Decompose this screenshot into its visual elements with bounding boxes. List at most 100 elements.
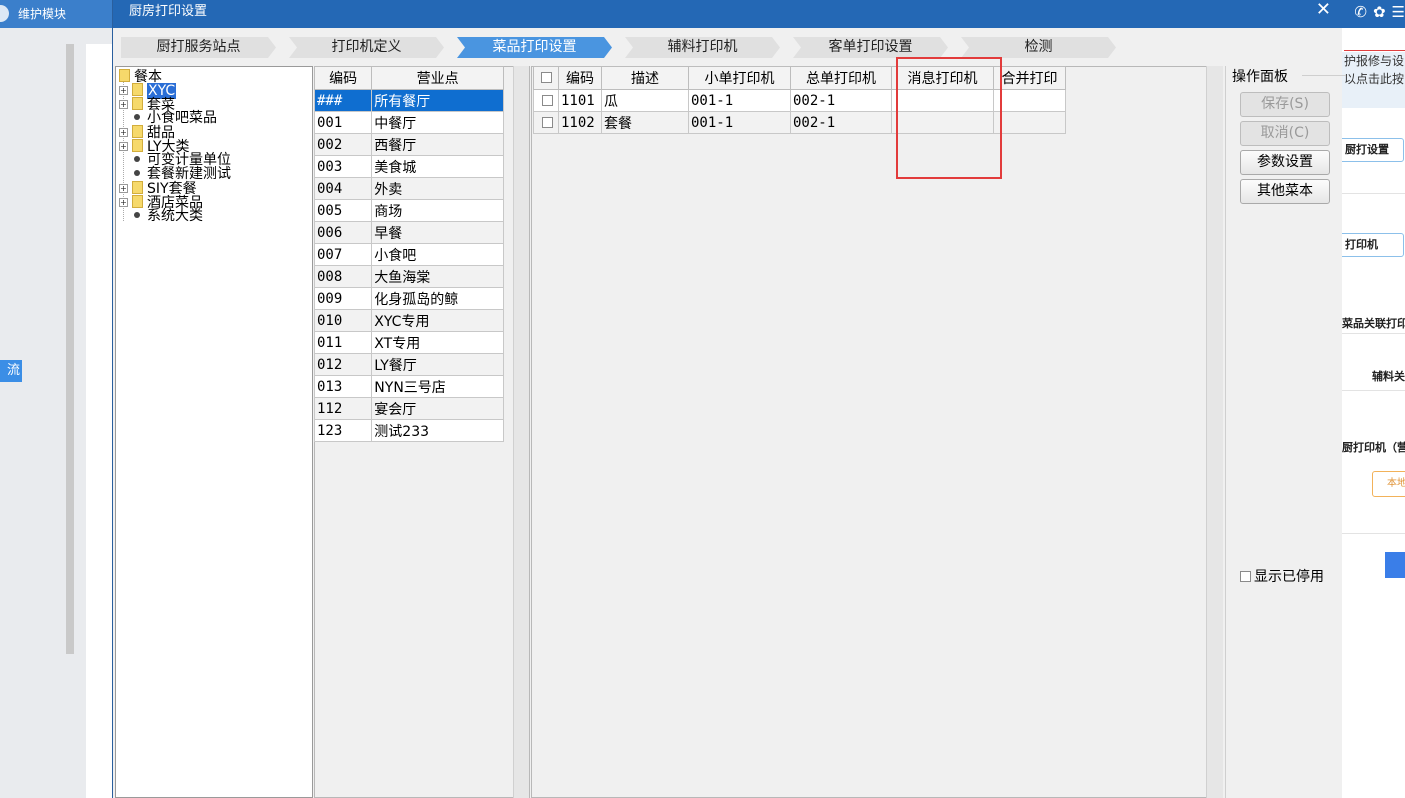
expand-icon[interactable]: + [119,184,128,193]
outlet-code-cell[interactable]: 002 [313,133,373,156]
confirm-button[interactable] [1385,552,1405,578]
small-printer-cell[interactable]: 001-1 [688,111,791,134]
outlet-name-cell[interactable]: NYN三号店 [371,375,504,398]
outlet-code-cell[interactable]: 005 [313,199,373,222]
outlet-name-cell[interactable]: XT专用 [371,331,504,354]
merge-print-cell[interactable] [993,89,1066,112]
tree-node-ly-category[interactable]: + LY大类 [119,139,190,154]
step-side-printer[interactable]: 辅料打印机 [625,37,780,58]
tree-node-snack-bar[interactable]: 小食吧菜品 [132,111,217,125]
outlet-name-cell[interactable]: 化身孤岛的鲸 [371,287,504,310]
outlet-code-cell[interactable]: 011 [313,331,373,354]
outlet-code-cell[interactable]: 007 [313,243,373,266]
description-cell[interactable]: 套餐 [601,111,689,134]
step-detect[interactable]: 检测 [961,37,1116,58]
outlet-code-cell[interactable]: 112 [313,397,373,420]
dish-scrollbar[interactable] [1206,66,1223,798]
outlet-scrollbar[interactable] [513,66,529,798]
outlet-code-cell[interactable]: 010 [313,309,373,332]
close-icon[interactable]: ✕ [1316,0,1331,20]
outlet-code-cell[interactable]: 123 [313,419,373,442]
phone-icon[interactable]: ✆ [1354,3,1367,21]
outlet-code-cell[interactable]: 006 [313,221,373,244]
outlet-row[interactable]: 006 早餐 [313,221,504,244]
kitchen-printer-outlet-link[interactable]: 厨打印机（营业 [1342,439,1405,455]
dish-row[interactable]: 1101 瓜 001-1 002-1 [533,89,1066,112]
outlet-row[interactable]: 011 XT专用 [313,331,504,354]
printer-link[interactable]: 打印机 [1342,233,1404,257]
column-header-code[interactable]: 编码 [313,66,373,90]
outlet-code-cell[interactable]: 004 [313,177,373,200]
outlet-name-cell[interactable]: 早餐 [371,221,504,244]
kitchen-print-settings-link[interactable]: 厨打设置 [1342,138,1404,162]
expand-icon[interactable]: + [119,100,128,109]
outlet-name-cell[interactable]: 西餐厅 [371,133,504,156]
cancel-button[interactable]: 取消(C) [1240,121,1330,146]
tree-node-set-dishes[interactable]: + 套菜 [119,97,175,112]
outlet-name-cell[interactable]: 小食吧 [371,243,504,266]
expand-icon[interactable]: + [119,86,128,95]
outlet-code-cell[interactable]: 003 [313,155,373,178]
tree-node-xyc[interactable]: + XYC [119,83,177,99]
column-header-dish-code[interactable]: 编码 [558,66,602,90]
outlet-name-cell[interactable]: XYC专用 [371,309,504,332]
step-guest-bill-settings[interactable]: 客单打印设置 [793,37,948,58]
outlet-name-cell[interactable]: 大鱼海棠 [371,265,504,288]
outlet-row[interactable]: 005 商场 [313,199,504,222]
outlet-code-cell[interactable]: 013 [313,375,373,398]
select-all-checkbox[interactable] [533,66,559,90]
column-header-outlet[interactable]: 营业点 [371,66,504,90]
outlet-code-cell[interactable]: 001 [313,111,373,134]
outlet-name-cell[interactable]: 测试233 [371,419,504,442]
step-printer-definition[interactable]: 打印机定义 [289,37,444,58]
background-scrollbar[interactable] [66,44,74,654]
outlet-row[interactable]: 007 小食吧 [313,243,504,266]
column-header-merge-print[interactable]: 合并打印 [993,66,1066,90]
outlet-row[interactable]: 002 西餐厅 [313,133,504,156]
message-printer-cell[interactable] [891,89,994,112]
outlet-row[interactable]: 123 测试233 [313,419,504,442]
parameter-settings-button[interactable]: 参数设置 [1240,150,1330,175]
tree-node-hotel-dishes[interactable]: + 酒店菜品 [119,195,203,210]
tree-node-desserts[interactable]: + 甜品 [119,125,175,140]
show-disabled-checkbox[interactable]: 显示已停用 [1240,566,1324,586]
outlet-code-cell[interactable]: ### [313,89,373,112]
menu-icon[interactable]: ☰ [1392,3,1405,21]
outlet-name-cell[interactable]: 所有餐厅 [371,89,504,112]
outlet-row[interactable]: 008 大鱼海棠 [313,265,504,288]
tree-node-system-category[interactable]: 系统大类 [132,209,203,223]
column-header-small-printer[interactable]: 小单打印机 [688,66,791,90]
save-button[interactable]: 保存(S) [1240,92,1330,117]
row-checkbox[interactable] [533,89,559,112]
total-printer-cell[interactable]: 002-1 [790,111,892,134]
flow-tag[interactable]: 流程 [0,360,22,382]
column-header-description[interactable]: 描述 [601,66,689,90]
merge-print-cell[interactable] [993,111,1066,134]
outlet-name-cell[interactable]: 中餐厅 [371,111,504,134]
small-printer-cell[interactable]: 001-1 [688,89,791,112]
outlet-row[interactable]: 004 外卖 [313,177,504,200]
message-printer-cell[interactable] [891,111,994,134]
outlet-row[interactable]: ### 所有餐厅 [313,89,504,112]
outlet-row[interactable]: 001 中餐厅 [313,111,504,134]
outlet-name-cell[interactable]: 商场 [371,199,504,222]
outlet-code-cell[interactable]: 012 [313,353,373,376]
expand-icon[interactable]: + [119,142,128,151]
local-button[interactable]: 本地 [1372,471,1405,497]
tree-root[interactable]: 餐本 [119,69,162,84]
tree-node-variable-unit[interactable]: 可变计量单位 [132,153,231,167]
outlet-row[interactable]: 112 宴会厅 [313,397,504,420]
row-checkbox[interactable] [533,111,559,134]
outlet-name-cell[interactable]: 宴会厅 [371,397,504,420]
module-tab[interactable]: 维护模块 [0,0,112,28]
outlet-name-cell[interactable]: 外卖 [371,177,504,200]
tree-node-set-test[interactable]: 套餐新建测试 [132,167,231,181]
outlet-row[interactable]: 010 XYC专用 [313,309,504,332]
dish-code-cell[interactable]: 1101 [558,89,602,112]
step-service-station[interactable]: 厨打服务站点 [121,37,276,58]
step-dish-print-settings[interactable]: 菜品打印设置 [457,37,612,58]
outlet-name-cell[interactable]: 美食城 [371,155,504,178]
expand-icon[interactable]: + [119,198,128,207]
dish-printer-link[interactable]: 菜品关联打印机 [1342,315,1405,331]
expand-icon[interactable]: + [119,128,128,137]
